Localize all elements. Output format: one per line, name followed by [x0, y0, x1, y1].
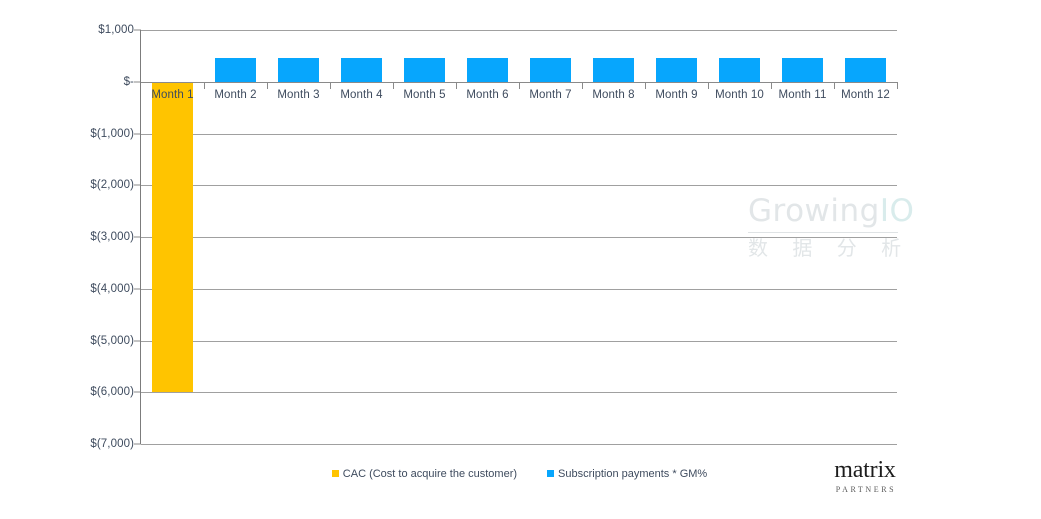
y-axis-tick-label: $(5,000)	[90, 334, 134, 347]
cac-payback-bar-chart: $1,000 $- $(1,000) $(2,000) $(3,000) $(4,000)…	[0, 0, 1041, 519]
bar-subscription	[718, 57, 761, 82]
bar-cac	[151, 81, 194, 393]
x-axis-tick-mark	[897, 82, 898, 89]
x-axis-tick-label: Month 2	[214, 88, 257, 101]
legend-item[interactable]: Subscription payments * GM%	[547, 468, 707, 480]
bar-subscription	[277, 57, 320, 82]
x-axis-tick-label: Month 12	[841, 88, 890, 101]
chart-legend: CAC (Cost to acquire the customer) Subscr…	[141, 464, 898, 484]
brand-name: matrix	[834, 457, 896, 483]
bar-subscription	[655, 57, 698, 82]
brand-tagline: PARTNERS	[835, 485, 897, 494]
y-axis-tick-label: $(3,000)	[90, 231, 134, 243]
bar-subscription	[214, 57, 257, 82]
bar-subscription	[340, 57, 383, 82]
x-axis-tick-label: Month 11	[778, 88, 827, 101]
x-axis-tick-label: Month 9	[655, 88, 698, 101]
y-axis-tick-label: $(4,000)	[90, 282, 134, 295]
x-axis-tick-label: Month 8	[592, 88, 635, 101]
bar-subscription	[592, 57, 635, 82]
x-axis-tick-label: Month 5	[403, 88, 446, 101]
x-axis-tick-label: Month 1	[151, 88, 194, 101]
y-axis-tick-label: $(2,000)	[90, 179, 134, 192]
bar-subscription	[781, 57, 824, 82]
x-axis-tick-label: Month 10	[715, 88, 764, 101]
y-axis-tick-label: $(7,000)	[90, 438, 134, 450]
y-axis-tick-label: $1,000	[98, 24, 134, 36]
y-axis-tick-label: $(6,000)	[90, 386, 134, 399]
x-axis-tick-label: Month 7	[529, 88, 572, 101]
legend-item[interactable]: CAC (Cost to acquire the customer)	[331, 468, 518, 480]
gridline	[141, 444, 897, 445]
legend-swatch-icon	[547, 469, 555, 477]
legend-swatch-icon	[331, 469, 339, 477]
y-axis-tick-label: $-	[123, 75, 134, 88]
legend-item-label: Subscription payments * GM%	[558, 468, 708, 480]
bar-subscription	[844, 57, 887, 82]
bar-subscription	[403, 57, 446, 82]
matrix-partners-logo: matrix PARTNERS	[820, 458, 910, 494]
bar-subscription	[529, 57, 572, 82]
x-axis-tick-label: Month 3	[277, 88, 320, 101]
bar-subscription	[466, 57, 509, 82]
legend-item-label: CAC (Cost to acquire the customer)	[342, 468, 518, 480]
y-axis-tick-label: $(1,000)	[90, 127, 134, 140]
x-axis-tick-label: Month 6	[466, 88, 509, 101]
y-axis: $1,000 $- $(1,000) $(2,000) $(3,000) $(4,000)…	[0, 0, 141, 519]
x-axis-tick-label: Month 4	[340, 88, 383, 101]
